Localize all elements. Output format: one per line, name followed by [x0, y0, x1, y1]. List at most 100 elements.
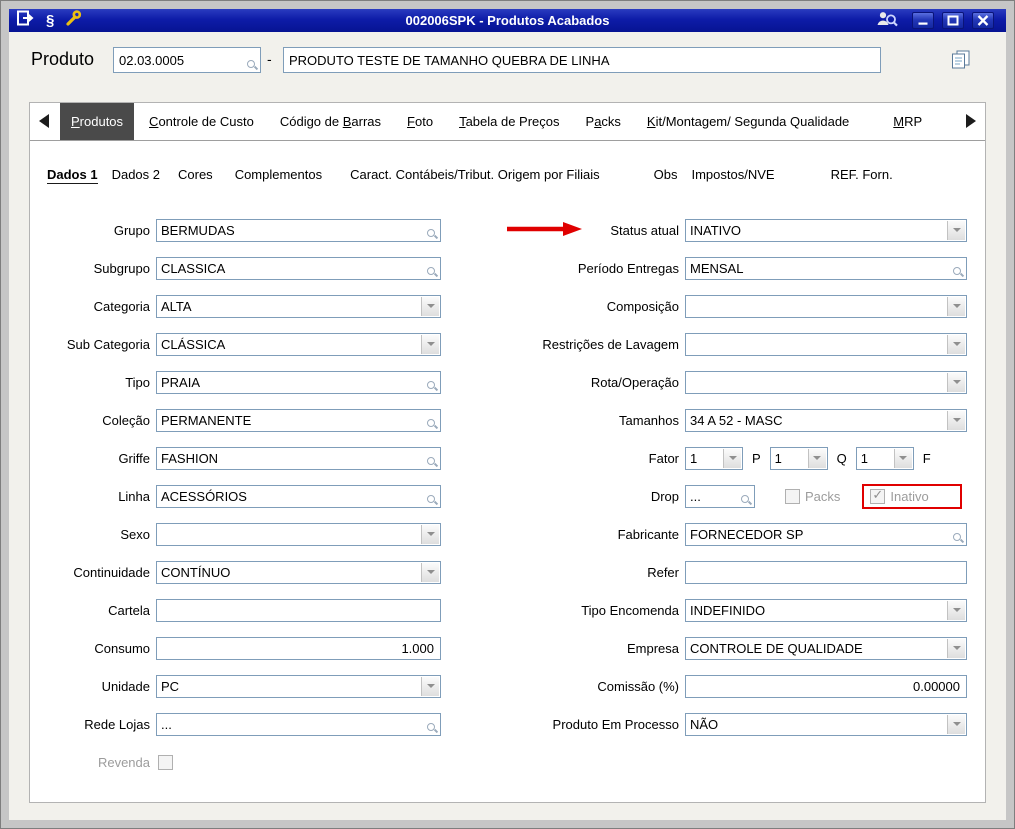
row-continuidade: Continuidade CONTÍNUO [31, 553, 449, 591]
consumo-label: Consumo [31, 641, 156, 656]
dropdown-button[interactable] [421, 525, 439, 544]
tipo-input[interactable]: PRAIA [156, 371, 441, 394]
dropdown-button[interactable] [947, 221, 965, 240]
row-unidade: Unidade PC [31, 667, 449, 705]
categoria-select[interactable]: ALTA [156, 295, 441, 318]
tab-codigo-de-barras[interactable]: Código de Barras [269, 103, 392, 140]
dropdown-button[interactable] [947, 373, 965, 392]
unidade-select[interactable]: PC [156, 675, 441, 698]
row-tipo-encomenda: Tipo Encomenda INDEFINIDO [541, 591, 973, 629]
grupo-input[interactable]: BERMUDAS [156, 219, 441, 242]
continuidade-select[interactable]: CONTÍNUO [156, 561, 441, 584]
tab-controle-de-custo[interactable]: Controle de Custo [138, 103, 265, 140]
row-produto-em-processo: Produto Em Processo NÃO [541, 705, 973, 743]
drop-input[interactable]: ... [685, 485, 755, 508]
fator-1-select[interactable]: 1 [685, 447, 743, 470]
dropdown-button[interactable] [947, 335, 965, 354]
fabricante-input[interactable]: FORNECEDOR SP [685, 523, 967, 546]
subtab-impostos-nve[interactable]: Impostos/NVE [691, 167, 774, 182]
chevron-down-icon [953, 608, 961, 612]
sub-categoria-select[interactable]: CLÁSSICA [156, 333, 441, 356]
chevron-down-icon [427, 304, 435, 308]
row-status-atual: Status atual INATIVO [541, 211, 973, 249]
colecao-input[interactable]: PERMANENTE [156, 409, 441, 432]
subtab-obs[interactable]: Obs [654, 167, 678, 182]
tab-foto[interactable]: Foto [396, 103, 444, 140]
subtab-dados-1[interactable]: Dados 1 [47, 167, 98, 184]
dropdown-button[interactable] [947, 715, 965, 734]
tab-produtos[interactable]: Produtos [60, 103, 134, 140]
tamanhos-select[interactable]: 34 A 52 - MASC [685, 409, 967, 432]
row-griffe: Griffe FASHION [31, 439, 449, 477]
periodo-entregas-input[interactable]: MENSAL [685, 257, 967, 280]
griffe-input[interactable]: FASHION [156, 447, 441, 470]
subtab-caract-contabeis[interactable]: Caract. Contábeis/Tribut. Origem por Fil… [350, 167, 600, 182]
consumo-input[interactable]: 1.000 [156, 637, 441, 660]
subtab-complementos[interactable]: Complementos [235, 167, 322, 182]
chevron-down-icon [729, 456, 737, 460]
produto-em-processo-select[interactable]: NÃO [685, 713, 967, 736]
revenda-checkbox[interactable] [158, 755, 173, 770]
row-fator: Fator 1 P 1 Q 1 F [541, 439, 973, 477]
product-name-input[interactable]: PRODUTO TESTE DE TAMANHO QUEBRA DE LINHA [283, 47, 881, 73]
dropdown-button[interactable] [421, 677, 439, 696]
dropdown-button[interactable] [808, 449, 826, 468]
copy-icon[interactable] [951, 50, 971, 69]
sexo-select[interactable] [156, 523, 441, 546]
sub-categoria-label: Sub Categoria [31, 337, 156, 352]
status-atual-select[interactable]: INATIVO [685, 219, 967, 242]
dropdown-button[interactable] [723, 449, 741, 468]
product-code-input[interactable]: 02.03.0005 [113, 47, 261, 73]
unidade-label: Unidade [31, 679, 156, 694]
tab-mrp[interactable]: MRP [882, 103, 933, 140]
dropdown-button[interactable] [947, 297, 965, 316]
row-refer: Refer [541, 553, 973, 591]
fator-2-select[interactable]: 1 [770, 447, 828, 470]
cartela-input[interactable] [156, 599, 441, 622]
inativo-checkbox[interactable] [870, 489, 885, 504]
subtab-dados-2[interactable]: Dados 2 [112, 167, 160, 182]
tab-packs[interactable]: Packs [575, 103, 632, 140]
user-search-icon[interactable] [875, 10, 898, 32]
rota-operacao-label: Rota/Operação [541, 375, 685, 390]
product-header-label: Produto [31, 49, 94, 70]
rota-operacao-select[interactable] [685, 371, 967, 394]
dropdown-button[interactable] [894, 449, 912, 468]
tab-scroll-right-icon[interactable] [966, 114, 976, 128]
row-drop: Drop ... Packs Inativo [541, 477, 973, 515]
dropdown-button[interactable] [947, 639, 965, 658]
chevron-down-icon [953, 418, 961, 422]
cartela-label: Cartela [31, 603, 156, 618]
dropdown-button[interactable] [947, 411, 965, 430]
row-comissao: Comissão (%) 0.00000 [541, 667, 973, 705]
rede-lojas-input[interactable]: ... [156, 713, 441, 736]
tab-tabela-de-precos[interactable]: Tabela de Preços [448, 103, 570, 140]
revenda-label: Revenda [31, 755, 156, 770]
empresa-select[interactable]: CONTROLE DE QUALIDADE [685, 637, 967, 660]
row-consumo: Consumo 1.000 [31, 629, 449, 667]
fator-p-label: P [752, 451, 761, 466]
magnifier-icon [953, 533, 964, 544]
subgrupo-input[interactable]: CLASSICA [156, 257, 441, 280]
composicao-select[interactable] [685, 295, 967, 318]
minimize-button[interactable] [912, 12, 934, 29]
subtab-ref-forn[interactable]: REF. Forn. [831, 167, 893, 182]
row-subgrupo: Subgrupo CLASSICA [31, 249, 449, 287]
tab-kit-montagem-segunda-qualidade[interactable]: Kit/Montagem/ Segunda Qualidade [636, 103, 860, 140]
subtab-cores[interactable]: Cores [178, 167, 213, 182]
restricoes-lavagem-select[interactable] [685, 333, 967, 356]
dropdown-button[interactable] [421, 297, 439, 316]
dropdown-button[interactable] [947, 601, 965, 620]
dropdown-button[interactable] [421, 335, 439, 354]
maximize-button[interactable] [942, 12, 964, 29]
continuidade-label: Continuidade [31, 565, 156, 580]
tipo-encomenda-select[interactable]: INDEFINIDO [685, 599, 967, 622]
dropdown-button[interactable] [421, 563, 439, 582]
linha-input[interactable]: ACESSÓRIOS [156, 485, 441, 508]
packs-checkbox[interactable] [785, 489, 800, 504]
fator-3-select[interactable]: 1 [856, 447, 914, 470]
close-button[interactable] [972, 12, 994, 29]
comissao-input[interactable]: 0.00000 [685, 675, 967, 698]
tab-scroll-left-icon[interactable] [39, 114, 49, 128]
refer-input[interactable] [685, 561, 967, 584]
